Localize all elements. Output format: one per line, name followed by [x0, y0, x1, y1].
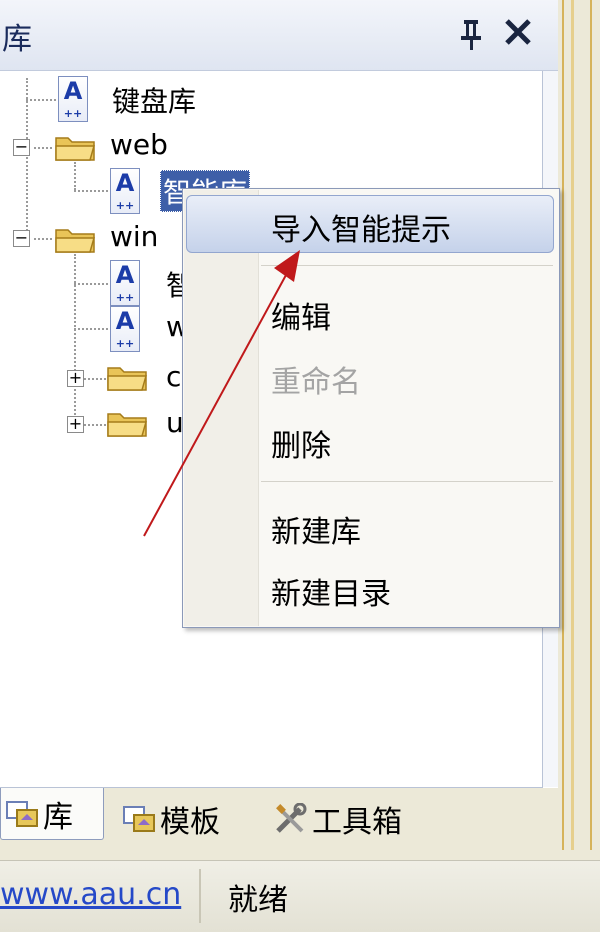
menu-item-delete[interactable]: 删除: [271, 421, 331, 465]
tab-library[interactable]: 库: [0, 788, 104, 840]
menu-item-rename: 重命名: [271, 365, 361, 400]
expand-toggle[interactable]: +: [67, 370, 84, 387]
tab-label: 库: [43, 799, 73, 835]
splitter-edge: [590, 0, 592, 850]
library-icon: A ++: [110, 260, 140, 306]
context-menu: 导入智能提示 编辑 重命名 删除 新建库 新建目录: [182, 188, 560, 628]
tab-toolbox[interactable]: 工具箱: [274, 796, 402, 842]
template-tab-icon: [123, 806, 155, 832]
website-link[interactable]: www.aau.cn: [0, 877, 181, 912]
tree-item-label[interactable]: win: [110, 220, 158, 253]
menu-item-new-directory[interactable]: 新建目录: [271, 569, 391, 613]
pin-icon[interactable]: [458, 16, 486, 52]
status-bar: www.aau.cn 就绪: [0, 860, 600, 932]
status-divider: [199, 869, 201, 923]
tree-connector: [34, 238, 52, 240]
tree-item-label[interactable]: web: [110, 128, 168, 161]
folder-icon: [55, 137, 95, 161]
menu-item-edit[interactable]: 编辑: [271, 293, 331, 337]
panel-splitter[interactable]: [558, 0, 600, 860]
menu-separator: [261, 481, 553, 482]
status-text: 就绪: [228, 883, 288, 918]
expand-toggle[interactable]: +: [67, 416, 84, 433]
tab-template[interactable]: 模板: [122, 796, 220, 842]
tree-connector: [74, 162, 76, 190]
folder-icon: [55, 229, 95, 253]
tree-connector: [84, 424, 106, 426]
splitter-edge: [571, 0, 574, 850]
tree-item-label[interactable]: c: [166, 360, 181, 393]
menu-gutter: [184, 190, 259, 626]
tree-connector: [74, 328, 108, 330]
tree-connector: [26, 99, 56, 101]
tree-connector: [74, 190, 108, 192]
menu-item-new-library[interactable]: 新建库: [271, 507, 361, 551]
library-icon: A ++: [110, 168, 140, 214]
tree-connector: [26, 78, 28, 238]
folder-icon: [107, 413, 147, 437]
panel-title: 库: [2, 22, 32, 57]
toolbox-tab-icon: [276, 803, 307, 833]
tree-connector: [74, 254, 76, 426]
tree-item-label[interactable]: 键盘库: [112, 80, 196, 120]
tree-connector: [74, 283, 108, 285]
collapse-toggle[interactable]: −: [13, 230, 30, 247]
library-icon: A ++: [110, 306, 140, 352]
menu-item-import-smart-hint[interactable]: 导入智能提示: [271, 205, 451, 249]
library-tab-icon: [6, 800, 38, 827]
splitter-edge: [562, 0, 564, 850]
tree-connector: [84, 378, 106, 380]
menu-separator: [261, 265, 553, 266]
tab-label: 模板: [160, 805, 220, 840]
panel-tab-bar: 库 模板 工具箱: [0, 788, 558, 850]
panel-title-bar: 库: [0, 0, 558, 71]
collapse-toggle[interactable]: −: [13, 139, 30, 156]
library-icon: A ++: [58, 76, 88, 122]
close-icon[interactable]: [500, 14, 536, 50]
tree-connector: [34, 147, 52, 149]
folder-icon: [107, 367, 147, 391]
tab-label: 工具箱: [312, 805, 402, 840]
